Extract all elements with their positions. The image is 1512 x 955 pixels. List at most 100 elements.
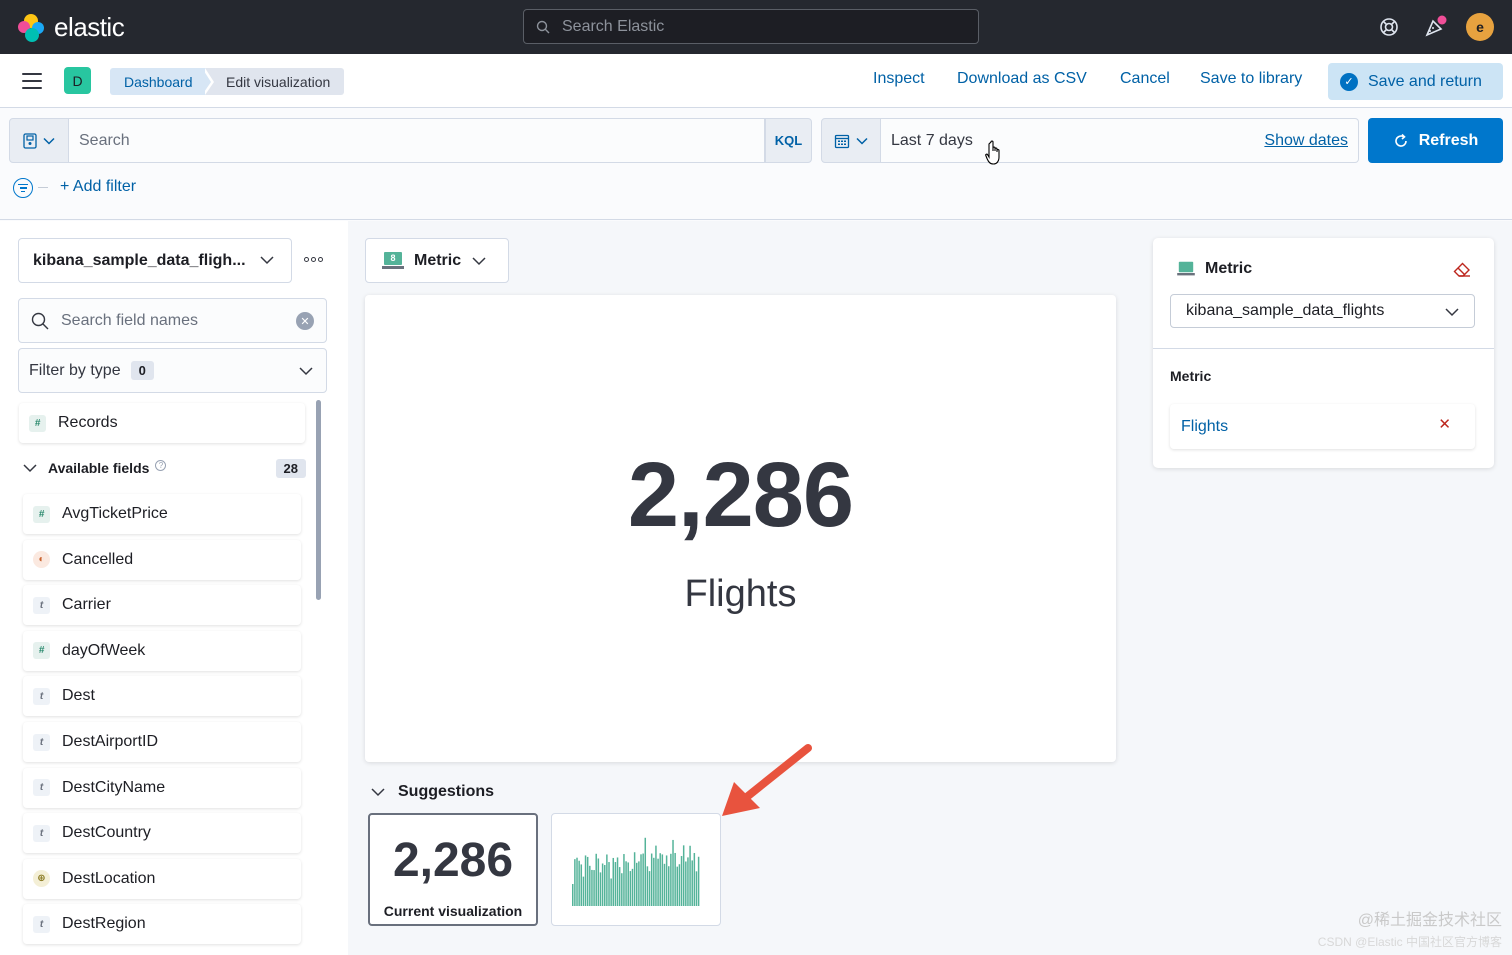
- thumbnail-bar: [599, 872, 602, 906]
- breadcrumb-separator: [202, 68, 211, 95]
- string-type-icon: t: [33, 687, 50, 705]
- query-language-button[interactable]: KQL: [765, 118, 812, 163]
- geo-type-icon: ⊕: [33, 870, 50, 888]
- metric-chart-icon: [1177, 261, 1195, 276]
- thumbnail-bar: [680, 856, 683, 906]
- chevron-down-icon: [260, 256, 274, 265]
- filter-by-type-dropdown[interactable]: Filter by type 0: [18, 348, 327, 393]
- pointer-cursor-icon: [985, 140, 1000, 165]
- space-avatar[interactable]: D: [64, 67, 91, 94]
- field-item[interactable]: t DestCountry: [23, 813, 301, 854]
- search-icon: [31, 312, 49, 329]
- suggestion-current-label: Current visualization: [383, 903, 523, 919]
- thumbnail-bar: [685, 861, 687, 906]
- elastic-logo[interactable]: elastic: [18, 12, 125, 43]
- available-fields-count: 28: [275, 458, 306, 478]
- string-type-icon: t: [33, 915, 50, 933]
- thumbnail-bar: [591, 869, 593, 906]
- saved-query-button[interactable]: [9, 118, 69, 163]
- filter-options-icon[interactable]: [13, 178, 33, 198]
- global-search-input[interactable]: Search Elastic: [523, 9, 979, 44]
- thumbnail-bar: [610, 878, 612, 906]
- records-label: Records: [58, 414, 118, 431]
- field-item[interactable]: # dayOfWeek: [23, 630, 301, 671]
- logo-text: elastic: [54, 12, 125, 42]
- clear-icon[interactable]: ✕: [296, 312, 314, 330]
- refresh-button[interactable]: Refresh: [1368, 118, 1503, 163]
- chart-type-switcher[interactable]: 8 Metric: [365, 238, 509, 283]
- suggestions-label: Suggestions: [398, 783, 495, 800]
- thumbnail-bar: [697, 856, 700, 906]
- metric-chart-icon: 8: [382, 251, 404, 270]
- save-and-return-button[interactable]: ✓ Save and return: [1328, 63, 1503, 100]
- add-filter-button[interactable]: + Add filter: [60, 178, 136, 196]
- save-to-library-button[interactable]: Save to library: [1200, 70, 1302, 88]
- field-item[interactable]: ◐ Cancelled: [23, 539, 301, 580]
- cancel-button[interactable]: Cancel: [1120, 70, 1170, 88]
- help-icon[interactable]: [1376, 14, 1402, 40]
- thumbnail-bar: [633, 852, 636, 906]
- info-icon[interactable]: ?: [155, 459, 167, 471]
- thumbnail-bar: [621, 873, 623, 906]
- field-item[interactable]: t DestCityName: [23, 767, 301, 808]
- field-item[interactable]: t Dest: [23, 676, 301, 717]
- thumbnail-bar: [629, 871, 632, 906]
- query-input[interactable]: Search: [69, 118, 765, 163]
- date-quick-menu-button[interactable]: [821, 118, 881, 163]
- field-search-input[interactable]: Search field names ✕: [18, 298, 327, 343]
- menu-icon[interactable]: [22, 73, 42, 89]
- thumbnail-bar: [631, 868, 634, 906]
- thumbnail-bar: [578, 860, 580, 906]
- available-fields-label: Available fields: [48, 460, 150, 476]
- clear-layer-icon[interactable]: [1453, 262, 1471, 278]
- field-item[interactable]: # AvgTicketPrice: [23, 494, 301, 534]
- thumbnail-bar: [636, 862, 638, 906]
- thumbnail-bar: [670, 853, 672, 906]
- field-item[interactable]: ⊕ DestLocation: [23, 858, 301, 899]
- chart-type-label: Metric: [414, 251, 462, 269]
- dimension-label: Flights: [1181, 417, 1229, 435]
- records-field[interactable]: # Records: [19, 403, 305, 443]
- download-csv-button[interactable]: Download as CSV: [957, 70, 1087, 88]
- remove-dimension-icon[interactable]: ✕: [1438, 415, 1451, 433]
- newsfeed-icon[interactable]: [1422, 14, 1448, 40]
- filter-by-type-label: Filter by type: [29, 361, 121, 379]
- user-avatar[interactable]: e: [1466, 13, 1494, 41]
- visualization-canvas[interactable]: 2,286 Flights: [365, 295, 1116, 762]
- index-pattern-picker[interactable]: kibana_sample_data_fligh...: [18, 238, 292, 283]
- field-list-scrollbar[interactable]: [316, 400, 321, 600]
- watermark: @稀土掘金技术社区 CSDN @Elastic 中国社区官方博客: [1318, 909, 1502, 951]
- layer-config-panel: Metric kibana_sample_data_flights Metric…: [1153, 238, 1494, 468]
- bar-chart-thumbnail: [572, 837, 700, 906]
- layer-index-pattern-select[interactable]: kibana_sample_data_flights: [1170, 294, 1475, 328]
- dimension-button[interactable]: Flights ✕: [1170, 404, 1475, 449]
- field-item[interactable]: t DestRegion: [23, 904, 301, 945]
- field-item[interactable]: t Carrier: [23, 585, 301, 626]
- time-range-value: Last 7 days: [891, 131, 973, 149]
- suggestion-bar-chart[interactable]: [551, 813, 721, 926]
- suggestions-toggle[interactable]: Suggestions: [370, 783, 494, 801]
- chevron-down-icon: [299, 367, 313, 376]
- breadcrumb-dashboard[interactable]: Dashboard: [110, 68, 211, 95]
- chevron-down-icon: [856, 137, 868, 145]
- suggestion-current[interactable]: 2,286 Current visualization: [368, 813, 538, 926]
- calendar-icon: [834, 134, 850, 148]
- field-item[interactable]: t DestAirportID: [23, 722, 301, 762]
- watermark-line2: CSDN @Elastic 中国社区官方博客: [1317, 935, 1502, 949]
- more-options-icon[interactable]: [304, 257, 323, 262]
- number-type-icon: #: [29, 414, 46, 432]
- string-type-icon: t: [33, 779, 50, 797]
- chevron-down-icon: [1445, 308, 1459, 317]
- time-range-field[interactable]: Last 7 days Show dates: [881, 118, 1359, 163]
- thumbnail-bar: [653, 857, 655, 906]
- available-fields-toggle[interactable]: Available fields ? 28: [22, 456, 306, 480]
- refresh-label: Refresh: [1418, 131, 1479, 149]
- thumbnail-bar: [582, 876, 585, 906]
- string-type-icon: t: [33, 596, 50, 614]
- inspect-button[interactable]: Inspect: [873, 70, 925, 88]
- thumbnail-bar: [640, 854, 642, 906]
- thumbnail-bar: [580, 864, 583, 906]
- suggestion-current-value: 2,286: [392, 834, 514, 887]
- show-dates-link[interactable]: Show dates: [1264, 132, 1348, 150]
- annotation-arrow-icon: [722, 744, 812, 816]
